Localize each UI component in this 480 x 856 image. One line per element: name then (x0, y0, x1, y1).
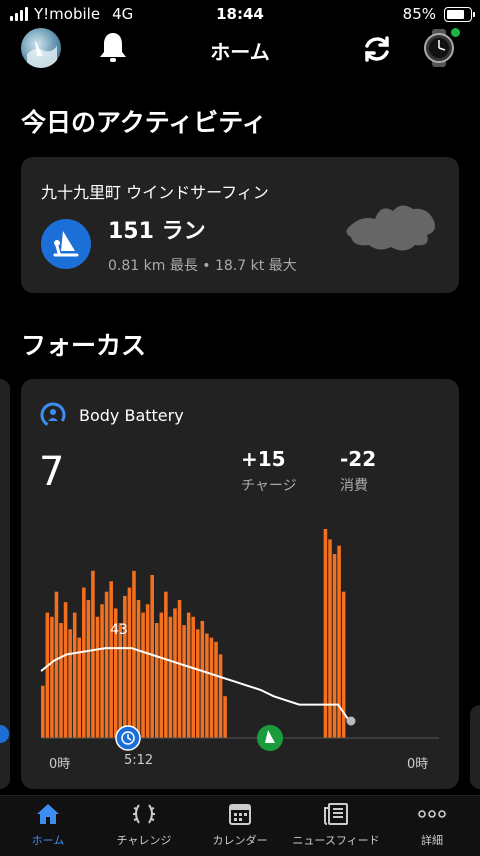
chart-bar (164, 591, 168, 738)
activity-name: 九十九里町 ウインドサーフィン (41, 183, 269, 202)
current-level-dot (346, 716, 356, 726)
status-bar: Y!mobile 4G 18:44 85% (0, 0, 480, 30)
page-title: ホーム (210, 40, 270, 64)
sleep-marker-icon[interactable] (115, 725, 141, 751)
sync-icon[interactable] (360, 32, 394, 70)
chart-bar (145, 604, 150, 738)
chart-bar (68, 629, 72, 738)
run-count: 151 ラン (108, 219, 206, 244)
chart-bar (154, 623, 159, 738)
newsfeed-icon (324, 803, 348, 825)
battery-icon (444, 6, 475, 22)
tab-calendar-label: カレンダー (212, 834, 268, 847)
chart-bar (196, 629, 200, 738)
tab-challenges-label: チャレンジ (116, 834, 172, 847)
tab-home[interactable]: ホーム (0, 796, 96, 856)
drain-label: 消費 (340, 478, 368, 494)
calendar-icon (229, 804, 251, 825)
next-card-peek[interactable] (470, 705, 480, 789)
chart-bar (328, 539, 332, 738)
body-battery-value: 7 (39, 449, 65, 495)
chart-bar (86, 600, 91, 738)
chart-bar (72, 612, 77, 738)
chart-bar (168, 616, 173, 738)
tab-bar: ホーム チャレンジ カレンダー ニュースフィード 詳細 (0, 795, 480, 856)
chart-bar (104, 591, 109, 738)
windsurf-icon (41, 219, 91, 269)
chart-bar (205, 633, 209, 738)
chart-bar (123, 595, 127, 738)
chart-bar (141, 612, 145, 738)
chart-bar (177, 600, 182, 738)
tab-newsfeed-label: ニュースフィード (292, 834, 380, 847)
route-map-thumbnail (341, 197, 441, 261)
charge-label: チャージ (241, 478, 297, 494)
x-label-end: 0時 (407, 757, 429, 772)
laurel-icon (133, 804, 155, 824)
chart-bar (50, 616, 54, 738)
activity-details: 0.81 km 最長 • 18.7 kt 最大 (108, 258, 297, 274)
chart-bar (132, 570, 136, 738)
chart-bar (186, 612, 191, 738)
tab-newsfeed[interactable]: ニュースフィード (288, 796, 384, 856)
body-battery-label: Body Battery (79, 405, 184, 425)
chart-bar (218, 654, 223, 738)
peak-label: 43 (110, 622, 128, 638)
activity-card[interactable]: 九十九里町 ウインドサーフィン 151 ラン 0.81 km 最長 • 18.7… (21, 157, 459, 293)
x-label-start: 0時 (49, 757, 71, 772)
body-battery-icon (40, 402, 66, 428)
chart-bar (82, 587, 86, 738)
tab-home-label: ホーム (31, 834, 65, 847)
tab-calendar[interactable]: カレンダー (192, 796, 288, 856)
connected-dot (451, 28, 460, 37)
status-right: 85% (402, 5, 475, 23)
chart-bar (109, 581, 113, 738)
windsurf-marker-icon[interactable] (257, 725, 283, 751)
chart-bar (95, 616, 100, 738)
body-battery-card[interactable]: Body Battery 7 +15 チャージ -22 消費 43 0時 5:1… (21, 379, 459, 789)
home-icon (37, 804, 59, 824)
chart-bar (173, 608, 177, 738)
drain-value: -22 (340, 447, 377, 471)
chart-bar (200, 620, 205, 738)
chart-bar (332, 554, 337, 738)
chart-bar (136, 600, 141, 738)
tab-more[interactable]: 詳細 (384, 796, 480, 856)
chart-bar (323, 529, 328, 738)
chart-bar (209, 637, 214, 738)
body-battery-chart: 43 (40, 529, 439, 751)
chart-bar (182, 625, 186, 738)
drain-stat: -22 消費 (340, 447, 376, 495)
chart-bar (159, 612, 164, 738)
chart-bar (41, 685, 45, 738)
chart-bar (59, 623, 63, 738)
today-section-title: 今日のアクティビティ (21, 108, 267, 137)
chart-bar (118, 623, 123, 738)
tab-more-label: 詳細 (421, 834, 443, 847)
chart-bar (45, 612, 50, 738)
focus-section-title: フォーカス (21, 331, 147, 360)
chart-bar (100, 604, 104, 738)
chart-bar (150, 574, 154, 738)
chart-bar (91, 570, 95, 738)
charge-stat: +15 チャージ (241, 447, 297, 495)
battery-percent: 85% (402, 5, 436, 23)
chart-bar (223, 696, 227, 738)
x-label-sleep: 5:12 (124, 753, 154, 768)
top-bar: ホーム (0, 28, 480, 82)
chart-bar (191, 616, 195, 738)
chart-bar (54, 591, 59, 738)
tab-challenges[interactable]: チャレンジ (96, 796, 192, 856)
chart-bar (214, 641, 218, 738)
chart-bar (127, 587, 132, 738)
body-battery-header: Body Battery (39, 401, 184, 429)
watch-device-icon[interactable] (420, 28, 460, 67)
chart-bar (63, 602, 68, 738)
charge-value: +15 (241, 447, 286, 471)
more-icon (418, 810, 446, 818)
previous-card-peek[interactable] (0, 379, 10, 789)
